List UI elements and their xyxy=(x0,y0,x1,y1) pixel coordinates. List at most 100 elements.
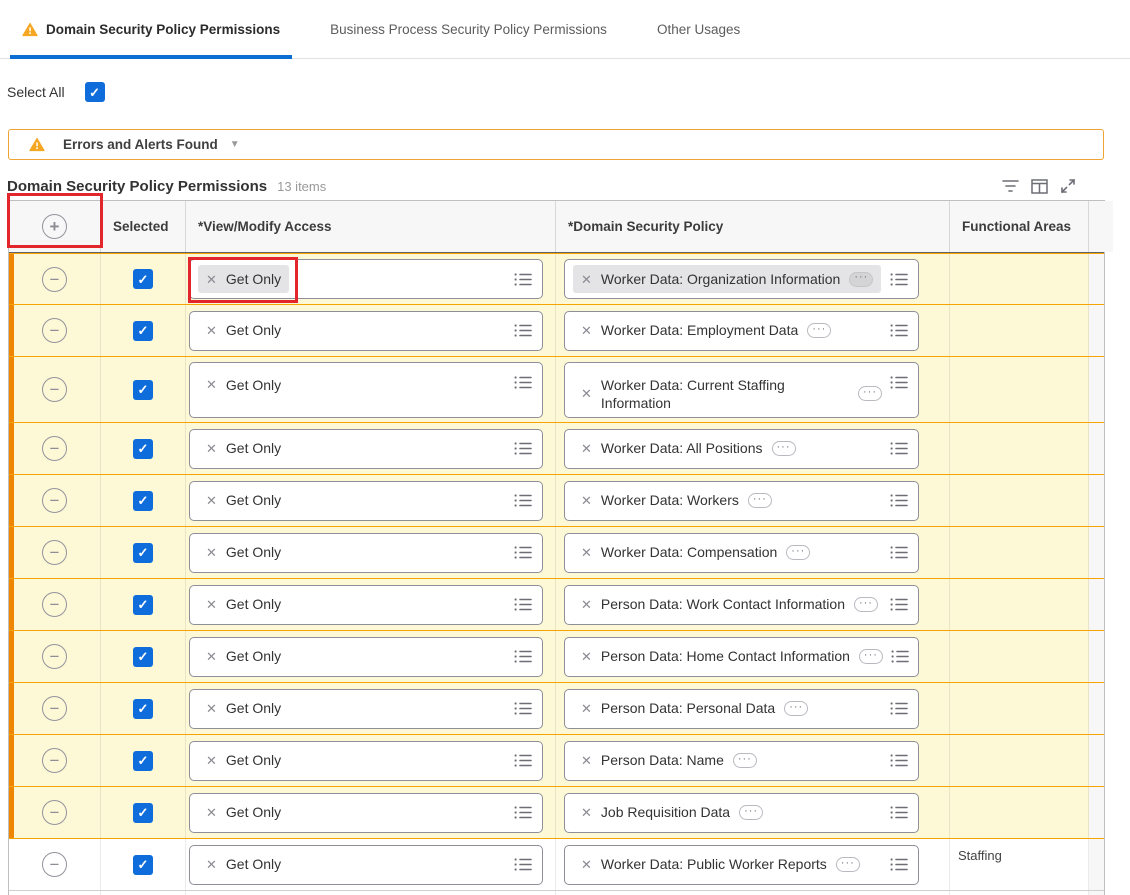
remove-row-button[interactable]: − xyxy=(42,436,67,461)
domain-security-policy-input[interactable]: ✕ Worker Data: Organization Information … xyxy=(564,259,919,299)
view-modify-access-input[interactable]: ✕ Get Only xyxy=(189,480,543,521)
tab-domain-security-policy-permissions[interactable]: Domain Security Policy Permissions xyxy=(10,0,293,59)
remove-token-icon[interactable]: ✕ xyxy=(206,442,217,455)
related-actions-icon[interactable]: ··· xyxy=(771,441,796,456)
remove-row-button[interactable]: − xyxy=(42,852,67,877)
prompt-list-icon[interactable] xyxy=(514,753,532,768)
remove-token-icon[interactable]: ✕ xyxy=(581,806,592,819)
row-checkbox[interactable]: ✓ xyxy=(133,379,153,400)
prompt-list-icon[interactable] xyxy=(890,493,908,508)
prompt-list-icon[interactable] xyxy=(890,545,908,560)
chevron-down-icon[interactable]: ▼ xyxy=(230,139,240,150)
row-checkbox[interactable]: ✓ xyxy=(133,594,153,615)
remove-token-icon[interactable]: ✕ xyxy=(206,378,217,391)
row-checkbox[interactable]: ✓ xyxy=(133,698,153,719)
row-checkbox[interactable]: ✓ xyxy=(133,646,153,667)
remove-token-icon[interactable]: ✕ xyxy=(581,387,592,400)
prompt-list-icon[interactable] xyxy=(514,375,532,390)
row-checkbox[interactable]: ✓ xyxy=(133,438,153,459)
select-all-checkbox[interactable]: ✓ xyxy=(84,82,105,102)
related-actions-icon[interactable]: ··· xyxy=(858,649,883,664)
related-actions-icon[interactable]: ··· xyxy=(739,805,764,820)
domain-security-policy-input[interactable]: ✕ Worker Data: Workers ··· xyxy=(564,480,919,521)
tab-business-process-security-policy-permissions[interactable]: Business Process Security Policy Permiss… xyxy=(318,0,619,58)
row-checkbox[interactable]: ✓ xyxy=(133,854,153,875)
remove-token-icon[interactable]: ✕ xyxy=(581,702,592,715)
remove-token-icon[interactable]: ✕ xyxy=(581,273,592,286)
row-checkbox[interactable]: ✓ xyxy=(133,320,153,341)
domain-security-policy-input[interactable]: ✕ Person Data: Work Contact Information … xyxy=(564,584,919,625)
remove-token-icon[interactable]: ✕ xyxy=(206,806,217,819)
remove-row-button[interactable]: − xyxy=(42,266,67,292)
prompt-list-icon[interactable] xyxy=(514,323,532,338)
remove-token-icon[interactable]: ✕ xyxy=(581,546,592,559)
view-modify-access-input[interactable]: ✕ Get Only xyxy=(189,688,543,729)
remove-token-icon[interactable]: ✕ xyxy=(581,494,592,507)
domain-security-policy-input[interactable]: ✕ Person Data: Name ··· xyxy=(564,740,919,781)
remove-token-icon[interactable]: ✕ xyxy=(206,324,217,337)
remove-row-button[interactable]: − xyxy=(42,748,67,773)
domain-security-policy-input[interactable]: ✕ Job Requisition Data ··· xyxy=(564,792,919,833)
filter-icon[interactable] xyxy=(1001,177,1019,195)
view-modify-access-input[interactable]: ✕ Get Only xyxy=(189,844,543,885)
domain-security-policy-input[interactable]: ✕ Worker Data: Employment Data ··· xyxy=(564,310,919,351)
remove-token-icon[interactable]: ✕ xyxy=(581,324,592,337)
prompt-list-icon[interactable] xyxy=(890,753,908,768)
remove-row-button[interactable]: − xyxy=(42,800,67,825)
view-modify-access-input[interactable]: ✕ Get Only xyxy=(189,532,543,573)
domain-security-policy-input[interactable]: ✕ Person Data: Personal Data ··· xyxy=(564,688,919,729)
related-actions-icon[interactable]: ··· xyxy=(732,753,757,768)
remove-row-button[interactable]: − xyxy=(42,377,67,402)
prompt-list-icon[interactable] xyxy=(890,649,909,664)
related-actions-icon[interactable]: ··· xyxy=(835,857,860,872)
remove-token-icon[interactable]: ✕ xyxy=(206,598,217,611)
row-checkbox[interactable]: ✓ xyxy=(133,490,153,511)
prompt-list-icon[interactable] xyxy=(890,272,908,287)
related-actions-icon[interactable]: ··· xyxy=(849,271,874,287)
related-actions-icon[interactable]: ··· xyxy=(807,323,832,338)
domain-security-policy-input[interactable]: ✕ Worker Data: Compensation ··· xyxy=(564,532,919,573)
related-actions-icon[interactable]: ··· xyxy=(786,545,811,560)
domain-security-policy-input[interactable]: ✕ Worker Data: All Positions ··· xyxy=(564,428,919,469)
related-actions-icon[interactable]: ··· xyxy=(858,386,882,402)
remove-token-icon[interactable]: ✕ xyxy=(206,546,217,559)
grid-view-icon[interactable] xyxy=(1030,177,1048,195)
related-actions-icon[interactable]: ··· xyxy=(784,701,809,716)
remove-row-button[interactable]: − xyxy=(42,592,67,617)
remove-token-icon[interactable]: ✕ xyxy=(581,858,592,871)
view-modify-access-input[interactable]: ✕ Get Only xyxy=(189,636,543,677)
remove-token-icon[interactable]: ✕ xyxy=(206,858,217,871)
related-actions-icon[interactable]: ··· xyxy=(853,597,878,612)
row-checkbox[interactable]: ✓ xyxy=(133,542,153,563)
related-actions-icon[interactable]: ··· xyxy=(747,493,772,508)
remove-row-button[interactable]: − xyxy=(42,318,67,343)
prompt-list-icon[interactable] xyxy=(890,805,908,820)
row-checkbox[interactable]: ✓ xyxy=(133,750,153,771)
domain-security-policy-input[interactable]: ✕ Person Data: Home Contact Information … xyxy=(564,636,919,677)
prompt-list-icon[interactable] xyxy=(890,857,908,872)
remove-row-button[interactable]: − xyxy=(42,644,67,669)
remove-token-icon[interactable]: ✕ xyxy=(581,754,592,767)
prompt-list-icon[interactable] xyxy=(514,272,532,287)
prompt-list-icon[interactable] xyxy=(890,323,908,338)
expand-icon[interactable] xyxy=(1059,177,1077,195)
view-modify-access-input[interactable]: ✕ Get Only xyxy=(189,792,543,833)
prompt-list-icon[interactable] xyxy=(514,701,532,716)
remove-token-icon[interactable]: ✕ xyxy=(206,754,217,767)
remove-token-icon[interactable]: ✕ xyxy=(581,650,592,663)
prompt-list-icon[interactable] xyxy=(514,597,532,612)
prompt-list-icon[interactable] xyxy=(890,375,908,390)
prompt-list-icon[interactable] xyxy=(514,649,532,664)
prompt-list-icon[interactable] xyxy=(514,545,532,560)
prompt-list-icon[interactable] xyxy=(890,701,908,716)
view-modify-access-input[interactable]: ✕ Get Only xyxy=(189,740,543,781)
prompt-list-icon[interactable] xyxy=(890,441,908,456)
remove-token-icon[interactable]: ✕ xyxy=(206,702,217,715)
remove-row-button[interactable]: − xyxy=(42,540,67,565)
remove-row-button[interactable]: − xyxy=(42,696,67,721)
remove-token-icon[interactable]: ✕ xyxy=(206,494,217,507)
domain-security-policy-input[interactable]: ✕ Worker Data: Current Staffing Informat… xyxy=(564,361,919,418)
view-modify-access-input[interactable]: ✕ Get Only xyxy=(189,310,543,351)
view-modify-access-input[interactable]: ✕ Get Only xyxy=(189,361,543,418)
tab-other-usages[interactable]: Other Usages xyxy=(645,0,752,58)
